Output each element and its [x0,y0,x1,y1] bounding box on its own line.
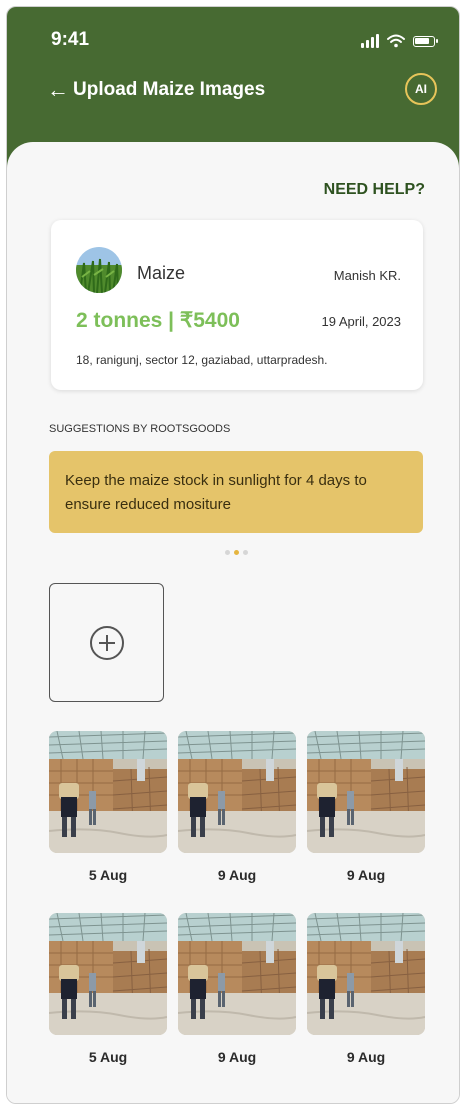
suggestion-text: Keep the maize stock in sunlight for 4 d… [65,472,367,513]
image-date: 9 Aug [217,867,257,883]
image-date: 5 Aug [88,1049,128,1065]
warehouse-photo [49,913,167,1035]
plus-circle-icon [89,625,124,660]
need-help-link[interactable]: NEED HELP? [324,181,425,199]
suggestion-banner[interactable]: Keep the maize stock in sunlight for 4 d… [49,451,423,533]
status-time: 9:41 [51,29,90,50]
carousel-dot[interactable] [225,550,230,555]
ai-assistant-button[interactable]: AI [405,73,437,105]
crop-name: Maize [137,263,186,283]
top-bar: ← Upload Maize Images AI [47,73,437,109]
carousel-dot[interactable] [234,550,239,555]
image-date: 9 Aug [217,1049,257,1065]
image-date: 9 Aug [346,1049,386,1065]
status-icons [361,31,438,51]
warehouse-photo [307,913,425,1035]
warehouse-photo [307,731,425,853]
carousel-dot[interactable] [243,550,248,555]
image-thumbnail[interactable]: 9 Aug [307,731,425,883]
address: 18, ranigunj, sector 12, gaziabad, uttar… [76,353,328,367]
image-thumbnail[interactable]: 9 Aug [178,731,296,883]
image-thumbnail[interactable]: 9 Aug [307,913,425,1065]
image-thumbnail[interactable]: 5 Aug [49,731,167,883]
warehouse-photo [178,913,296,1035]
quantity-price: 2 tonnes | ₹5400 [76,309,240,332]
maize-crop-avatar [76,247,122,293]
signal-icon [361,34,379,48]
carousel-indicator [225,550,248,555]
farmer-name: Manish KR. [333,268,401,283]
warehouse-photo [178,731,296,853]
page-title: Upload Maize Images [73,79,266,100]
phone-frame: 9:41 ← Upload Maize Images AI NEED HELP? [6,6,460,1104]
back-arrow-icon[interactable]: ← [47,77,69,103]
battery-icon [413,35,438,47]
warehouse-photo [49,731,167,853]
status-bar: 9:41 [51,29,438,53]
image-date: 9 Aug [346,867,386,883]
add-image-button[interactable] [49,583,164,702]
suggestions-label: SUGGESTIONS BY ROOTSGOODS [49,423,231,435]
image-thumbnail[interactable]: 9 Aug [178,913,296,1065]
crop-info-card: Maize Manish KR. 2 tonnes | ₹5400 19 Apr… [51,220,423,390]
image-thumbnail[interactable]: 5 Aug [49,913,167,1065]
listing-date: 19 April, 2023 [321,314,401,329]
wifi-icon [387,34,405,48]
image-date: 5 Aug [88,867,128,883]
